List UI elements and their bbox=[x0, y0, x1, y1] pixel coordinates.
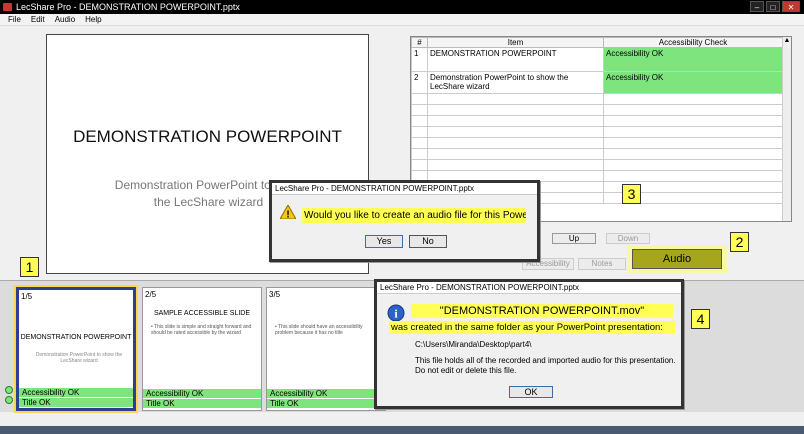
table-row[interactable]: 1 DEMONSTRATION POWERPOINT Accessibility… bbox=[411, 47, 783, 72]
minimize-icon[interactable]: – bbox=[750, 1, 764, 12]
up-button[interactable]: Up bbox=[552, 233, 596, 244]
thumb-number: 3/5 bbox=[269, 290, 281, 299]
created-note: This file holds all of the recorded and … bbox=[415, 356, 676, 375]
menu-audio[interactable]: Audio bbox=[55, 14, 75, 25]
row-check: Accessibility OK bbox=[603, 47, 783, 72]
thumb-status-title: Title OK bbox=[143, 399, 261, 408]
callout-2: 2 bbox=[730, 232, 749, 252]
col-header-check[interactable]: Accessibility Check bbox=[603, 37, 783, 48]
empty-row bbox=[411, 137, 783, 149]
thumb-number: 2/5 bbox=[145, 290, 157, 299]
thumb-number: 1/5 bbox=[21, 292, 33, 301]
menu-help[interactable]: Help bbox=[85, 14, 101, 25]
table-row[interactable]: 2 Demonstration PowerPoint to show the L… bbox=[411, 71, 783, 94]
thumb-status-accessibility: Accessibility OK bbox=[19, 388, 133, 397]
taskbar bbox=[0, 426, 804, 434]
window-title: LecShare Pro - DEMONSTRATION POWERPOINT.… bbox=[16, 2, 240, 12]
menu-edit[interactable]: Edit bbox=[31, 14, 45, 25]
row-check: Accessibility OK bbox=[603, 71, 783, 94]
no-button[interactable]: No bbox=[409, 235, 447, 248]
thumb-status-accessibility: Accessibility OK bbox=[267, 389, 385, 398]
dialog-title: LecShare Pro - DEMONSTRATION POWERPOINT.… bbox=[377, 282, 681, 294]
slide-title: DEMONSTRATION POWERPOINT bbox=[73, 127, 342, 146]
thumb-subtitle: Demonstration PowerPoint to show the Lec… bbox=[35, 352, 123, 364]
file-created-dialog: LecShare Pro - DEMONSTRATION POWERPOINT.… bbox=[374, 279, 684, 409]
callout-3: 3 bbox=[622, 184, 641, 204]
thumb-status-title: Title OK bbox=[19, 398, 133, 407]
down-button[interactable]: Down bbox=[606, 233, 650, 244]
menu-bar: File Edit Audio Help bbox=[0, 14, 804, 26]
thumb-title: DEMONSTRATION POWERPOINT bbox=[20, 334, 132, 341]
empty-row bbox=[411, 148, 783, 160]
status-ok-icon bbox=[5, 386, 13, 394]
table-scrollbar[interactable]: ▲ bbox=[782, 37, 791, 221]
col-header-item[interactable]: Item bbox=[427, 37, 604, 48]
window-controls: – □ ✕ bbox=[750, 1, 800, 12]
empty-row bbox=[411, 115, 783, 127]
callout-1: 1 bbox=[20, 257, 39, 277]
thumbnail-slide-1[interactable]: 1/5 DEMONSTRATION POWERPOINT Demonstrati… bbox=[14, 285, 138, 413]
empty-row bbox=[411, 159, 783, 171]
col-header-num[interactable]: # bbox=[411, 37, 428, 48]
created-path: C:\Users\Miranda\Desktop\part4\ bbox=[415, 340, 532, 349]
thumb-title: SAMPLE ACCESSIBLE SLIDE bbox=[153, 310, 251, 317]
status-ok-icon bbox=[5, 396, 13, 404]
created-message: was created in the same folder as your P… bbox=[389, 321, 675, 334]
empty-row bbox=[411, 104, 783, 116]
thumbnail-slide-2[interactable]: 2/5 SAMPLE ACCESSIBLE SLIDE • This slide… bbox=[142, 287, 262, 411]
row-item: Demonstration PowerPoint to show the Lec… bbox=[427, 71, 604, 94]
audio-button[interactable]: Audio bbox=[632, 249, 722, 269]
scroll-up-icon[interactable]: ▲ bbox=[783, 37, 791, 44]
title-bar: LecShare Pro - DEMONSTRATION POWERPOINT.… bbox=[0, 0, 804, 14]
thumbnail-slide-3[interactable]: 3/5 • This slide should have an accessib… bbox=[266, 287, 386, 411]
thumb-status-title: Title OK bbox=[267, 399, 385, 408]
empty-row bbox=[411, 93, 783, 105]
menu-file[interactable]: File bbox=[8, 14, 21, 25]
close-icon[interactable]: ✕ bbox=[782, 1, 800, 12]
maximize-icon[interactable]: □ bbox=[766, 1, 780, 12]
row-num: 2 bbox=[411, 71, 428, 94]
created-filename: "DEMONSTRATION POWERPOINT.mov" bbox=[411, 304, 673, 318]
dialog-title: LecShare Pro - DEMONSTRATION POWERPOINT.… bbox=[272, 183, 537, 195]
app-icon bbox=[3, 3, 12, 11]
row-num: 1 bbox=[411, 47, 428, 72]
ok-button[interactable]: OK bbox=[509, 386, 553, 398]
thumb-status-accessibility: Accessibility OK bbox=[143, 389, 261, 398]
thumb-body: • This slide should have an accessibilit… bbox=[275, 324, 363, 336]
callout-4: 4 bbox=[691, 309, 710, 329]
row-item: DEMONSTRATION POWERPOINT bbox=[427, 47, 604, 72]
warning-icon: ! bbox=[279, 203, 297, 221]
dialog-message: Would you like to create an audio file f… bbox=[302, 208, 526, 223]
empty-row bbox=[411, 126, 783, 138]
notes-tab[interactable]: Notes bbox=[578, 258, 626, 270]
yes-button[interactable]: Yes bbox=[365, 235, 403, 248]
thumb-body: • This slide is simple and straight forw… bbox=[151, 324, 252, 336]
audio-question-dialog: LecShare Pro - DEMONSTRATION POWERPOINT.… bbox=[269, 180, 540, 262]
svg-text:!: ! bbox=[286, 210, 289, 220]
